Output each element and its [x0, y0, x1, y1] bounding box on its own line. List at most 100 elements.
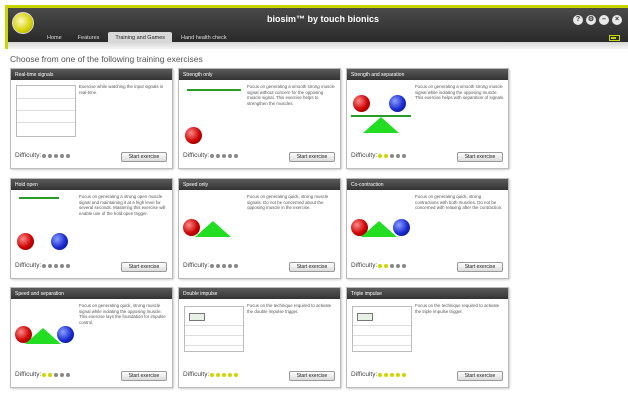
settings-icon[interactable]: ⚙ [586, 15, 596, 25]
card-title: Double impulse [179, 288, 340, 299]
difficulty-rating [42, 264, 70, 268]
exercise-card-strength-only: Strength only Focus on generating a smoo… [178, 68, 341, 169]
green-triangle-icon [361, 221, 397, 237]
difficulty-dot [222, 264, 226, 268]
exercise-card-speed-only: Speed only Focus on generating quick, st… [178, 178, 341, 279]
page-heading: Choose from one of the following trainin… [10, 54, 203, 64]
difficulty-label: Difficulty: [183, 371, 210, 378]
app-title: biosim™ by touch bionics [266, 14, 379, 24]
card-title: Speed and separation [11, 288, 172, 299]
difficulty-dot [60, 373, 64, 377]
card-description: Focus on the technique required to activ… [247, 303, 332, 314]
difficulty-rating [42, 373, 70, 377]
card-title: Co-contraction [347, 179, 508, 190]
blue-ball-icon [389, 95, 406, 112]
exercise-card-double-impulse: Double impulse Focus on the technique re… [178, 287, 341, 388]
start-exercise-button[interactable]: Start exercise [457, 152, 503, 162]
title-bar: biosim™ by touch bionics Home Features T… [5, 5, 628, 45]
difficulty-dot [378, 154, 382, 158]
target-bar [187, 89, 241, 91]
difficulty-label: Difficulty: [15, 152, 42, 159]
card-description: Focus on generating a strong open muscle… [79, 194, 166, 216]
impulse-graph [352, 306, 412, 352]
difficulty-dot [378, 373, 382, 377]
card-title: Triple impulse [347, 288, 508, 299]
difficulty-dot [48, 154, 52, 158]
minimize-icon[interactable]: – [599, 15, 609, 25]
difficulty-label: Difficulty: [351, 152, 378, 159]
difficulty-dot [54, 373, 58, 377]
difficulty-dot [402, 373, 406, 377]
difficulty-dot [228, 154, 232, 158]
blue-ball-icon [51, 233, 68, 250]
blue-ball-icon [393, 219, 410, 236]
card-title: Speed only [179, 179, 340, 190]
difficulty-rating [210, 154, 238, 158]
start-exercise-button[interactable]: Start exercise [457, 262, 503, 272]
impulse-graph [184, 306, 244, 352]
exercise-card-co-contraction: Co-contraction Focus on generating quick… [346, 178, 509, 279]
start-exercise-button[interactable]: Start exercise [121, 152, 167, 162]
target-bar [19, 197, 59, 199]
difficulty-dot [378, 264, 382, 268]
difficulty-dot [228, 373, 232, 377]
card-description: Exercise while watching the input signal… [79, 84, 164, 95]
difficulty-dot [384, 373, 388, 377]
green-triangle-icon [195, 221, 231, 237]
card-description: Focus on generating a smooth strong musc… [415, 84, 505, 101]
difficulty-dot [222, 154, 226, 158]
exercise-card-hold-open: Hold open Focus on generating a strong o… [10, 178, 173, 279]
difficulty-dot [390, 264, 394, 268]
green-triangle-icon [363, 117, 399, 133]
start-exercise-button[interactable]: Start exercise [289, 371, 335, 381]
exercise-card-triple-impulse: Triple impulse Focus on the technique re… [346, 287, 509, 388]
difficulty-dot [210, 264, 214, 268]
difficulty-dot [54, 264, 58, 268]
card-description: Focus on generating a smooth strong musc… [247, 84, 335, 106]
difficulty-label: Difficulty: [183, 152, 210, 159]
blue-ball-icon [57, 326, 74, 343]
difficulty-dot [396, 373, 400, 377]
help-icon[interactable]: ? [573, 15, 583, 25]
difficulty-dot [48, 373, 52, 377]
difficulty-dot [210, 373, 214, 377]
difficulty-dot [60, 154, 64, 158]
red-ball-icon [185, 127, 202, 144]
difficulty-dot [222, 373, 226, 377]
window-controls: ? ⚙ – × [573, 15, 622, 25]
difficulty-dot [234, 373, 238, 377]
difficulty-label: Difficulty: [15, 262, 42, 269]
difficulty-rating [210, 264, 238, 268]
card-description: Focus on generating quick, strong muscle… [247, 194, 329, 211]
difficulty-dot [54, 154, 58, 158]
difficulty-rating [210, 373, 238, 377]
card-description: Focus on generating quick, strong contra… [415, 194, 503, 211]
app-window: biosim™ by touch bionics Home Features T… [0, 0, 628, 404]
start-exercise-button[interactable]: Start exercise [121, 371, 167, 381]
difficulty-dot [42, 264, 46, 268]
difficulty-dot [216, 264, 220, 268]
signal-graph [16, 85, 76, 137]
difficulty-dot [402, 154, 406, 158]
difficulty-rating [378, 373, 406, 377]
difficulty-label: Difficulty: [183, 262, 210, 269]
start-exercise-button[interactable]: Start exercise [457, 371, 503, 381]
difficulty-rating [42, 154, 70, 158]
difficulty-label: Difficulty: [15, 371, 42, 378]
start-exercise-button[interactable]: Start exercise [289, 262, 335, 272]
difficulty-dot [228, 264, 232, 268]
difficulty-label: Difficulty: [351, 262, 378, 269]
card-title: Strength only [179, 69, 340, 80]
difficulty-dot [396, 154, 400, 158]
exercise-card-real-time-signals: Real-time signals Exercise while watchin… [10, 68, 173, 169]
difficulty-rating [378, 154, 406, 158]
difficulty-dot [66, 373, 70, 377]
difficulty-dot [60, 264, 64, 268]
start-exercise-button[interactable]: Start exercise [121, 262, 167, 272]
start-exercise-button[interactable]: Start exercise [289, 152, 335, 162]
exercise-card-speed-and-separation: Speed and separation Focus on generating… [10, 287, 173, 388]
difficulty-dot [66, 154, 70, 158]
card-description: Focus on the technique required to activ… [415, 303, 500, 314]
close-icon[interactable]: × [612, 15, 622, 25]
difficulty-dot [396, 264, 400, 268]
